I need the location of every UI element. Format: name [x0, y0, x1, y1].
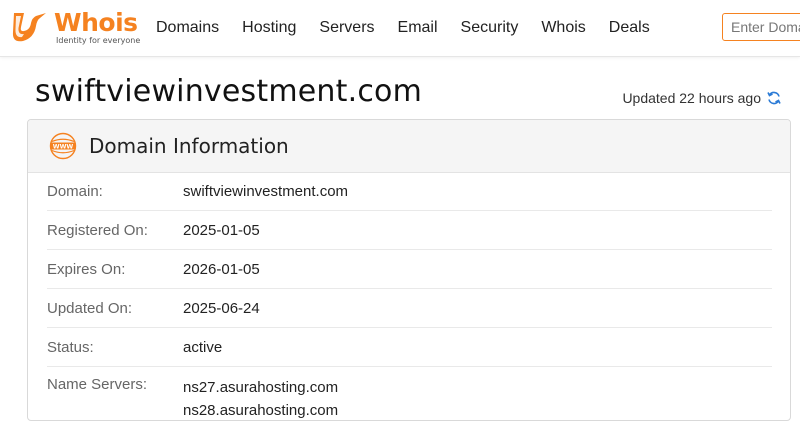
www-icon: WWW — [49, 132, 77, 160]
info-value: 2025-01-05 — [183, 221, 260, 239]
name-servers-list: ns27.asurahosting.com ns28.asurahosting.… — [183, 376, 339, 420]
main-nav: Domains Hosting Servers Email Security W… — [156, 0, 673, 56]
info-label: Registered On: — [47, 221, 148, 239]
card-title: Domain Information — [89, 134, 289, 158]
info-value: swiftviewinvestment.com — [183, 182, 349, 200]
updated-text: Updated 22 hours ago — [622, 90, 761, 106]
status-value: active — [183, 338, 223, 356]
svg-text:WWW: WWW — [53, 143, 74, 150]
info-row-updated-on: Updated On: 2025-06-24 — [47, 289, 772, 328]
nav-whois[interactable]: Whois — [541, 19, 585, 37]
info-label: Updated On: — [47, 299, 133, 317]
info-label: Expires On: — [47, 260, 126, 278]
info-row-domain: Domain: swiftviewinvestment.com — [47, 172, 772, 211]
info-label: Domain: — [47, 182, 103, 200]
logo-wordmark: Whois — [54, 8, 138, 37]
info-row-expires-on: Expires On: 2026-01-05 — [47, 250, 772, 289]
info-row-name-servers: Name Servers: ns27.asurahosting.com ns28… — [47, 367, 772, 420]
info-label: Name Servers: — [47, 376, 148, 393]
logo-tagline: Identity for everyone — [56, 36, 141, 45]
name-server: ns27.asurahosting.com — [183, 379, 339, 396]
domain-search-input[interactable] — [722, 13, 800, 41]
site-header: Whois Identity for everyone Domains Host… — [0, 0, 800, 57]
domain-info-table: Domain: swiftviewinvestment.com Register… — [28, 172, 790, 420]
nav-domains[interactable]: Domains — [156, 19, 219, 37]
card-header: WWW Domain Information — [28, 120, 790, 173]
nav-email[interactable]: Email — [398, 19, 438, 37]
nav-servers[interactable]: Servers — [319, 19, 374, 37]
nav-security[interactable]: Security — [461, 19, 519, 37]
info-row-registered-on: Registered On: 2025-01-05 — [47, 211, 772, 250]
info-row-status: Status: active — [47, 328, 772, 367]
last-updated: Updated 22 hours ago — [622, 90, 782, 106]
nav-hosting[interactable]: Hosting — [242, 19, 296, 37]
domain-information-card: WWW Domain Information Domain: swiftview… — [27, 119, 791, 421]
name-server: ns28.asurahosting.com — [183, 402, 339, 419]
page-title: swiftviewinvestment.com — [35, 74, 422, 109]
info-value: 2025-06-24 — [183, 299, 260, 317]
logo-mark-icon — [12, 13, 47, 42]
nav-deals[interactable]: Deals — [609, 19, 650, 37]
whois-logo[interactable]: Whois Identity for everyone — [10, 8, 140, 48]
info-label: Status: — [47, 338, 94, 356]
info-value: 2026-01-05 — [183, 260, 260, 278]
refresh-icon[interactable] — [766, 90, 782, 106]
